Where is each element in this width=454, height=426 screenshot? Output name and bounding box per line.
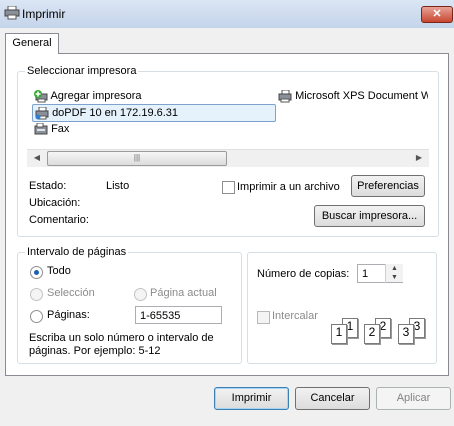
printer-name: doPDF 10 en 172.19.6.31 [52,107,179,119]
close-button[interactable]: ✕ [421,6,453,23]
tab-general[interactable]: General [5,33,59,54]
pages-radio[interactable] [30,310,43,323]
copies-label: Número de copias: [257,268,350,280]
collate-page: 1 [331,324,347,344]
scrollbar-thumb[interactable]: ||| [47,151,227,166]
page-range-group-label: Intervalo de páginas [25,246,129,258]
location-label: Ubicación: [29,197,81,209]
printer-name: Agregar impresora [50,90,142,102]
list-item[interactable]: Fax [34,121,69,137]
all-pages-label: Todo [47,265,71,277]
spin-up-icon[interactable]: ▲ [386,264,403,273]
list-item[interactable]: Microsoft XPS Document Writer [278,88,428,104]
collate-page: 3 [398,324,414,344]
comment-label: Comentario: [29,214,89,226]
page-range-hint: Escriba un solo número o intervalo de pá… [29,332,214,357]
printer-icon [278,89,292,103]
close-icon: ✕ [432,8,442,20]
pages-input[interactable]: 1-65535 [135,306,222,324]
status-label: Estado: [29,180,67,192]
cancel-button[interactable]: Cancelar [295,387,370,410]
current-page-label: Página actual [150,287,217,299]
printer-name: Fax [51,123,70,135]
all-pages-radio[interactable] [30,266,43,279]
spin-down-icon[interactable]: ▼ [386,273,403,282]
list-item[interactable]: Agregar impresora [34,88,142,104]
copies-spinner[interactable]: ▲ ▼ [385,264,403,283]
apply-button[interactable]: Aplicar [376,387,451,410]
collate-label: Intercalar [272,310,318,322]
status-value: Listo [106,180,130,192]
collate-checkbox[interactable] [257,311,270,324]
print-to-file-label: Imprimir a un archivo [237,181,340,193]
printer-group-label: Seleccionar impresora [25,65,139,77]
window-title: Imprimir [22,7,66,21]
printer-icon [4,5,20,20]
printer-name: Microsoft XPS Document Writer [295,90,428,102]
add-printer-icon [34,89,48,103]
print-to-file-checkbox[interactable] [222,181,235,194]
fax-icon [34,122,48,136]
scroll-left-icon[interactable]: ◀ [29,149,45,166]
pages-label: Páginas: [47,309,90,321]
list-item[interactable]: doPDF 10 en 172.19.6.31 [32,104,276,122]
title-bar [0,0,454,28]
scroll-right-icon[interactable]: ▶ [411,149,427,166]
print-button[interactable]: Imprimir [214,387,289,410]
preferences-button[interactable]: Preferencias [351,175,425,197]
network-printer-icon [35,106,49,120]
find-printer-button[interactable]: Buscar impresora... [314,205,425,227]
selection-radio[interactable] [30,288,43,301]
selection-label: Selección [47,287,95,299]
current-page-radio[interactable] [134,288,147,301]
collate-page: 2 [364,324,380,344]
